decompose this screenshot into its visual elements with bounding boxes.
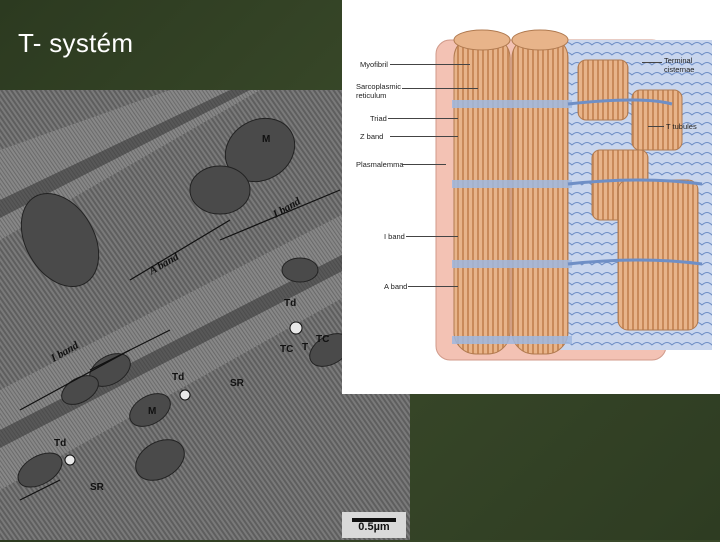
label-triad: Triad: [370, 114, 387, 123]
label-terminal-cisternae: Terminal cisternae: [664, 56, 695, 74]
leader-i-band: [406, 236, 458, 237]
label-tc-1: TC: [316, 334, 330, 345]
leader-triad: [388, 118, 458, 119]
label-sarcoplasmic-reticulum: Sarcoplasmic reticulum: [356, 82, 402, 100]
label-z-band: Z band: [360, 132, 384, 141]
leader-terminal-cisternae: [642, 62, 662, 63]
leader-plasmalemma: [402, 164, 446, 165]
label-t: T: [302, 342, 309, 353]
t-system-diagram: Myofibril Sarcoplasmic reticulum Triad Z…: [342, 0, 720, 394]
label-td-2: Td: [172, 372, 185, 383]
label-a-band: A band: [384, 282, 408, 291]
leader-z-band: [390, 136, 458, 137]
leader-t-tubules: [648, 126, 664, 127]
leader-myofibril: [390, 64, 470, 65]
slide-title: T- systém: [18, 28, 134, 58]
label-i-band: I band: [384, 232, 405, 241]
label-td-1: Td: [284, 298, 297, 309]
label-sr-2: SR: [90, 482, 104, 493]
label-m-1: M: [262, 134, 271, 145]
scale-bar: 0.5µm: [342, 512, 406, 538]
label-m-2: M: [148, 406, 157, 417]
label-sr-1: SR: [230, 378, 244, 389]
label-plasmalemma: Plasmalemma: [356, 160, 404, 169]
label-tc-2: TC: [280, 344, 294, 355]
leader-a-band: [408, 286, 458, 287]
label-myofibril: Myofibril: [360, 60, 388, 69]
leader-sr: [402, 88, 478, 89]
label-td-3: Td: [54, 438, 67, 449]
label-t-tubules: T tubules: [666, 122, 697, 131]
